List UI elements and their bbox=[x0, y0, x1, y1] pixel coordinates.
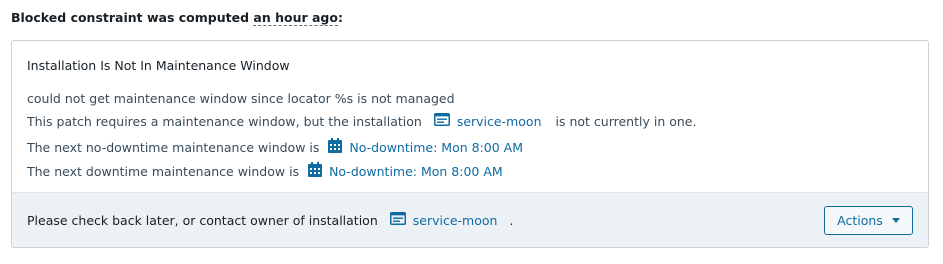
patch-text-after: is not currently in one. bbox=[555, 113, 697, 129]
footer-message: Please check back later, or contact owne… bbox=[27, 211, 513, 229]
installation-link[interactable]: service-moon bbox=[433, 113, 542, 129]
blocked-constraint-header: Blocked constraint was computed an hour … bbox=[11, 10, 343, 26]
footer-installation-name: service-moon bbox=[412, 212, 498, 228]
calendar-icon bbox=[328, 138, 343, 156]
error-text: could not get maintenance window since l… bbox=[27, 90, 455, 106]
next-downtime-line: The next downtime maintenance window is … bbox=[27, 162, 503, 180]
downtime-window-link[interactable]: No-downtime: Mon 8:00 AM bbox=[308, 162, 503, 180]
footer-period: . bbox=[509, 212, 514, 228]
no-downtime-window-text: No-downtime: Mon 8:00 AM bbox=[349, 139, 523, 155]
caret-down-icon bbox=[891, 218, 900, 223]
next-no-downtime-line: The next no-downtime maintenance window … bbox=[27, 138, 523, 156]
document-icon bbox=[433, 113, 450, 129]
constraint-card: Installation Is Not In Maintenance Windo… bbox=[11, 40, 929, 248]
calendar-icon bbox=[308, 162, 323, 180]
actions-dropdown-button[interactable]: Actions bbox=[824, 206, 913, 235]
header-prefix: Blocked constraint was computed bbox=[11, 10, 254, 25]
downtime-window-text: No-downtime: Mon 8:00 AM bbox=[329, 163, 503, 179]
patch-text-before: This patch requires a maintenance window… bbox=[27, 113, 422, 129]
installation-name: service-moon bbox=[456, 113, 542, 129]
card-footer: Please check back later, or contact owne… bbox=[12, 192, 928, 247]
footer-installation-link[interactable]: service-moon bbox=[389, 212, 498, 228]
next-no-downtime-label: The next no-downtime maintenance window … bbox=[27, 139, 320, 155]
footer-text: Please check back later, or contact owne… bbox=[27, 212, 378, 228]
next-downtime-label: The next downtime maintenance window is bbox=[27, 163, 300, 179]
actions-label: Actions bbox=[837, 213, 883, 228]
header-suffix: : bbox=[337, 10, 343, 25]
document-icon bbox=[389, 212, 406, 228]
relative-timestamp[interactable]: an hour ago bbox=[253, 10, 338, 26]
patch-requirement-line: This patch requires a maintenance window… bbox=[27, 112, 696, 130]
constraint-card-body: Installation Is Not In Maintenance Windo… bbox=[12, 41, 928, 195]
constraint-title: Installation Is Not In Maintenance Windo… bbox=[27, 58, 290, 73]
error-message: could not get maintenance window since l… bbox=[27, 89, 455, 107]
no-downtime-window-link[interactable]: No-downtime: Mon 8:00 AM bbox=[328, 138, 523, 156]
